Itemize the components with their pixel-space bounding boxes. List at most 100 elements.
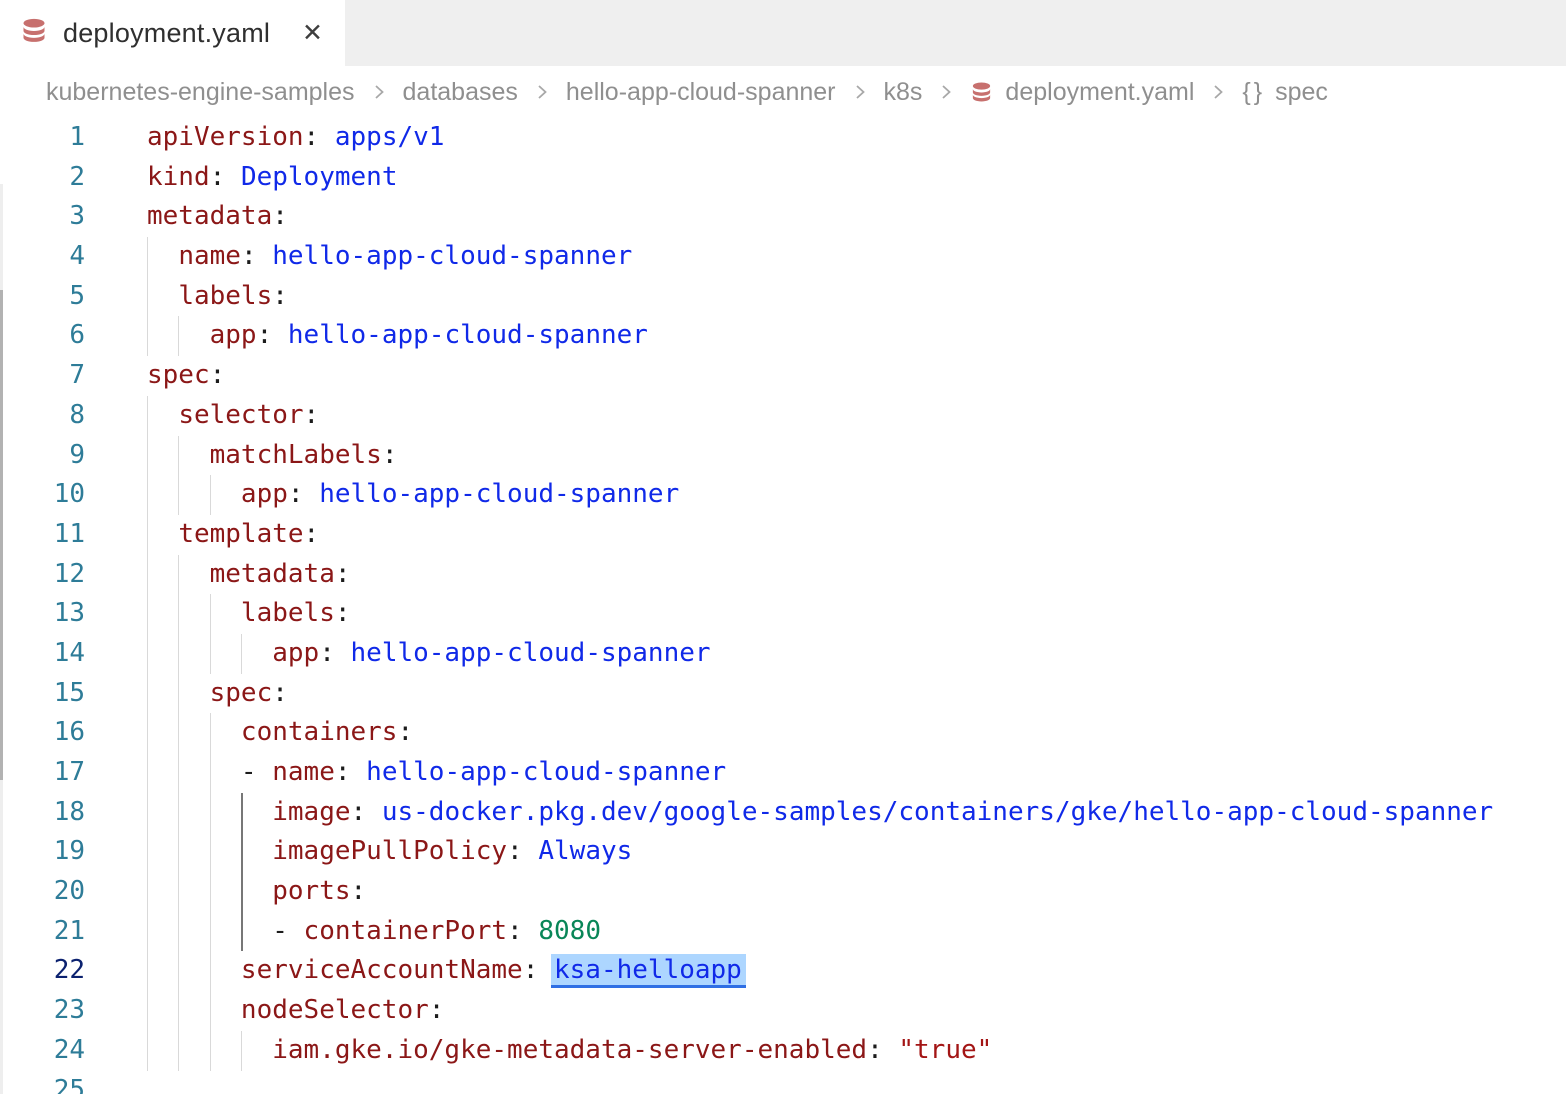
indent-guide <box>210 832 211 872</box>
code-line-23: 23 nodeSelector: <box>0 991 1566 1031</box>
code-text[interactable]: spec: <box>147 674 1566 714</box>
code-text[interactable]: template: <box>147 515 1566 555</box>
colon: : <box>867 1035 883 1065</box>
indent-guide <box>210 951 211 991</box>
code-text[interactable]: ports: <box>147 872 1566 912</box>
line-number: 4 <box>0 237 85 277</box>
line-number: 10 <box>0 475 85 515</box>
code-line-22: 22 serviceAccountName: ksa-helloapp <box>0 951 1566 991</box>
indent-guide <box>178 872 179 912</box>
code-text[interactable]: serviceAccountName: ksa-helloapp <box>147 951 1566 991</box>
code-text[interactable]: app: hello-app-cloud-spanner <box>147 475 1566 515</box>
indent-guide <box>210 753 211 793</box>
code-text[interactable]: metadata: <box>147 555 1566 595</box>
indent-guide <box>178 316 179 356</box>
breadcrumb-item-hello-app-cloud-spanner[interactable]: hello-app-cloud-spanner <box>566 78 836 107</box>
yaml-key: kind <box>147 162 210 192</box>
indent-guide <box>147 277 148 317</box>
code-line-10: 10 app: hello-app-cloud-spanner <box>0 475 1566 515</box>
indent-guide <box>147 475 148 515</box>
breadcrumb-item-kubernetes-engine-samples[interactable]: kubernetes-engine-samples <box>46 78 355 107</box>
yaml-key: containers <box>241 717 398 747</box>
code-line-15: 15 spec: <box>0 674 1566 714</box>
code-line-14: 14 app: hello-app-cloud-spanner <box>0 634 1566 674</box>
code-text[interactable]: image: us-docker.pkg.dev/google-samples/… <box>147 793 1566 833</box>
colon: : <box>351 876 367 906</box>
indent-guide <box>178 793 179 833</box>
code-line-16: 16 containers: <box>0 713 1566 753</box>
code-text[interactable]: - containerPort: 8080 <box>147 912 1566 952</box>
code-line-5: 5 labels: <box>0 277 1566 317</box>
indent-guide <box>210 793 211 833</box>
breadcrumb-item-k8s[interactable]: k8s <box>884 78 923 107</box>
indent-guide <box>178 594 179 634</box>
highlighted-value[interactable]: ksa-helloapp <box>551 954 746 988</box>
code-text[interactable]: name: hello-app-cloud-spanner <box>147 237 1566 277</box>
indent-guide <box>210 594 211 634</box>
yaml-key: app <box>241 479 288 509</box>
code-text[interactable]: metadata: <box>147 197 1566 237</box>
yaml-value: hello-app-cloud-spanner <box>272 241 632 271</box>
colon: : <box>257 320 273 350</box>
yaml-key: spec <box>210 678 273 708</box>
line-number: 24 <box>0 1031 85 1071</box>
line-number: 16 <box>0 713 85 753</box>
line-number: 12 <box>0 555 85 595</box>
close-icon[interactable]: ✕ <box>302 21 323 46</box>
code-line-24: 24 iam.gke.io/gke-metadata-server-enable… <box>0 1031 1566 1071</box>
breadcrumb-item-spec[interactable]: {}spec <box>1242 78 1328 107</box>
colon: : <box>272 201 288 231</box>
line-number: 20 <box>0 872 85 912</box>
line-number: 14 <box>0 634 85 674</box>
chevron-right-icon <box>850 82 870 102</box>
yaml-value: ksa-helloapp <box>554 955 742 985</box>
code-text[interactable]: selector: <box>147 396 1566 436</box>
breadcrumb-label: k8s <box>884 78 923 107</box>
chevron-right-icon <box>369 82 389 102</box>
code-text[interactable]: spec: <box>147 356 1566 396</box>
indent-guide <box>210 1031 211 1071</box>
code-text[interactable]: apiVersion: apps/v1 <box>147 118 1566 158</box>
indent-guide <box>241 832 243 872</box>
indent-guide <box>210 713 211 753</box>
indent-guide <box>241 912 243 952</box>
code-text[interactable]: labels: <box>147 594 1566 634</box>
indent-guide <box>147 832 148 872</box>
code-line-18: 18 image: us-docker.pkg.dev/google-sampl… <box>0 793 1566 833</box>
line-number: 19 <box>0 832 85 872</box>
code-text[interactable]: imagePullPolicy: Always <box>147 832 1566 872</box>
code-text[interactable]: app: hello-app-cloud-spanner <box>147 316 1566 356</box>
code-text[interactable]: iam.gke.io/gke-metadata-server-enabled: … <box>147 1031 1566 1071</box>
scrollbar-thumb[interactable] <box>0 290 3 780</box>
indent-guide <box>147 713 148 753</box>
breadcrumb-item-deployment-yaml[interactable]: deployment.yaml <box>970 78 1194 107</box>
yaml-key: imagePullPolicy <box>272 836 507 866</box>
code-text[interactable]: app: hello-app-cloud-spanner <box>147 634 1566 674</box>
colon: : <box>335 559 351 589</box>
code-editor: 1apiVersion: apps/v12kind: Deployment3me… <box>0 118 1566 1094</box>
code-text[interactable]: matchLabels: <box>147 436 1566 476</box>
indent-guide <box>147 753 148 793</box>
code-text[interactable]: kind: Deployment <box>147 158 1566 198</box>
indent-guide <box>241 634 242 674</box>
indent-guide <box>147 951 148 991</box>
indent-guide <box>210 872 211 912</box>
code-line-9: 9 matchLabels: <box>0 436 1566 476</box>
code-text[interactable]: nodeSelector: <box>147 991 1566 1031</box>
code-text[interactable]: containers: <box>147 713 1566 753</box>
indent-guide <box>178 713 179 753</box>
indent-guide <box>178 1031 179 1071</box>
database-icon <box>20 17 48 50</box>
code-text[interactable]: labels: <box>147 277 1566 317</box>
code-text[interactable]: - name: hello-app-cloud-spanner <box>147 753 1566 793</box>
yaml-value: apps/v1 <box>335 122 445 152</box>
code-line-4: 4 name: hello-app-cloud-spanner <box>0 237 1566 277</box>
breadcrumb-item-databases[interactable]: databases <box>403 78 518 107</box>
tab-deployment-yaml[interactable]: deployment.yaml ✕ <box>0 0 345 66</box>
code-text[interactable] <box>147 1071 1566 1094</box>
colon: : <box>304 400 320 430</box>
line-number: 15 <box>0 674 85 714</box>
scrollbar[interactable] <box>0 184 3 1094</box>
vscode-window: deployment.yaml ✕ kubernetes-engine-samp… <box>0 0 1566 1094</box>
line-number: 1 <box>0 118 85 158</box>
